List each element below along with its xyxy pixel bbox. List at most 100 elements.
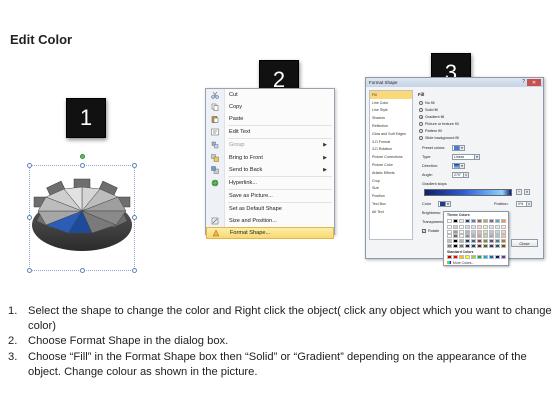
theme-color-swatch[interactable] xyxy=(483,238,488,243)
nav-item-fill[interactable]: Fill xyxy=(370,91,412,99)
fill-option-picture[interactable]: Picture or texture fill xyxy=(419,122,459,126)
resize-handle-top-right[interactable] xyxy=(132,163,137,168)
nav-item-crop[interactable]: Crop xyxy=(370,177,412,185)
theme-color-swatch[interactable] xyxy=(471,243,476,248)
theme-color-swatch[interactable] xyxy=(495,225,500,230)
resize-handle-bottom-left[interactable] xyxy=(27,268,32,273)
resize-handle-bottom-right[interactable] xyxy=(132,268,137,273)
theme-color-swatch[interactable] xyxy=(501,243,506,248)
theme-color-swatch[interactable] xyxy=(453,229,458,234)
menu-item-size-and-position[interactable]: Size and Position... xyxy=(206,215,334,227)
more-colors-link[interactable]: More Colors... xyxy=(447,261,474,265)
nav-item-position[interactable]: Position xyxy=(370,192,412,200)
rotate-with-shape-checkbox[interactable]: ✓ Rotate xyxy=(422,229,439,233)
theme-color-grid[interactable] xyxy=(447,219,507,249)
theme-color-swatch[interactable] xyxy=(453,219,458,223)
theme-color-swatch[interactable] xyxy=(471,229,476,234)
gear-shape[interactable] xyxy=(30,175,134,261)
nav-item-size[interactable]: Size xyxy=(370,185,412,193)
remove-stop-icon[interactable]: ✕ xyxy=(524,189,530,195)
resize-handle-top-left[interactable] xyxy=(27,163,32,168)
standard-color-swatch[interactable] xyxy=(495,255,500,259)
theme-color-swatch[interactable] xyxy=(495,229,500,234)
theme-color-swatch[interactable] xyxy=(459,225,464,230)
theme-color-swatch[interactable] xyxy=(447,234,452,239)
gradient-stops-bar[interactable] xyxy=(424,189,512,196)
nav-item-glow[interactable]: Glow and Soft Edges xyxy=(370,130,412,138)
theme-color-swatch[interactable] xyxy=(447,243,452,248)
add-stop-icon[interactable]: + xyxy=(516,189,522,195)
nav-item-shadow[interactable]: Shadow xyxy=(370,114,412,122)
close-icon[interactable]: ✕ xyxy=(527,79,541,86)
fill-option-no-fill[interactable]: No fill xyxy=(419,101,435,105)
theme-color-swatch[interactable] xyxy=(495,238,500,243)
fill-option-solid[interactable]: Solid fill xyxy=(419,108,438,112)
fill-option-gradient[interactable]: Gradient fill xyxy=(419,115,444,119)
stop-position-spinner[interactable]: 0% ⇕ xyxy=(516,200,532,207)
standard-color-swatch[interactable] xyxy=(489,255,494,259)
nav-item-3d-rotation[interactable]: 3-D Rotation xyxy=(370,146,412,154)
fill-option-pattern[interactable]: Pattern fill xyxy=(419,129,442,133)
nav-item-picture-corrections[interactable]: Picture Corrections xyxy=(370,153,412,161)
theme-color-swatch[interactable] xyxy=(459,234,464,239)
nav-item-artistic-effects[interactable]: Artistic Effects xyxy=(370,169,412,177)
menu-item-send-to-back[interactable]: Send to Back ▶ xyxy=(206,164,334,176)
theme-color-swatch[interactable] xyxy=(495,234,500,239)
theme-color-swatch[interactable] xyxy=(489,229,494,234)
theme-color-swatch[interactable] xyxy=(453,243,458,248)
help-icon[interactable]: ? xyxy=(522,79,525,85)
theme-color-swatch[interactable] xyxy=(483,225,488,230)
nav-item-3d-format[interactable]: 3-D Format xyxy=(370,138,412,146)
theme-color-swatch[interactable] xyxy=(465,229,470,234)
theme-color-swatch[interactable] xyxy=(459,238,464,243)
menu-item-edit-text[interactable]: Edit Text xyxy=(206,126,334,138)
standard-color-row[interactable] xyxy=(447,255,507,260)
resize-handle-bottom[interactable] xyxy=(80,268,85,273)
fill-option-slide-bg[interactable]: Slide background fill xyxy=(419,136,459,140)
menu-item-format-shape[interactable]: Format Shape... xyxy=(206,227,334,240)
standard-color-swatch[interactable] xyxy=(453,255,458,259)
theme-color-swatch[interactable] xyxy=(477,243,482,248)
menu-item-paste[interactable]: Paste xyxy=(206,113,334,125)
theme-color-swatch[interactable] xyxy=(501,219,506,223)
theme-color-swatch[interactable] xyxy=(447,229,452,234)
menu-item-hyperlink[interactable]: Hyperlink... xyxy=(206,177,334,189)
theme-color-swatch[interactable] xyxy=(459,229,464,234)
theme-color-swatch[interactable] xyxy=(501,229,506,234)
theme-color-swatch[interactable] xyxy=(459,219,464,223)
theme-color-swatch[interactable] xyxy=(471,238,476,243)
theme-color-swatch[interactable] xyxy=(453,238,458,243)
theme-color-swatch[interactable] xyxy=(471,234,476,239)
theme-color-swatch[interactable] xyxy=(465,234,470,239)
theme-color-swatch[interactable] xyxy=(483,234,488,239)
stop-color-dropdown[interactable]: ▼ xyxy=(438,200,451,207)
theme-color-swatch[interactable] xyxy=(453,225,458,230)
theme-color-swatch[interactable] xyxy=(465,238,470,243)
nav-item-line-color[interactable]: Line Color xyxy=(370,99,412,107)
resize-handle-top[interactable] xyxy=(80,163,85,168)
theme-color-swatch[interactable] xyxy=(489,234,494,239)
theme-color-swatch[interactable] xyxy=(471,219,476,223)
standard-color-swatch[interactable] xyxy=(447,255,452,259)
theme-color-swatch[interactable] xyxy=(465,225,470,230)
nav-item-alt-text[interactable]: Alt Text xyxy=(370,208,412,216)
standard-color-swatch[interactable] xyxy=(471,255,476,259)
theme-color-swatch[interactable] xyxy=(501,238,506,243)
theme-color-swatch[interactable] xyxy=(459,243,464,248)
nav-item-line-style[interactable]: Line Style xyxy=(370,107,412,115)
standard-color-swatch[interactable] xyxy=(459,255,464,259)
theme-color-swatch[interactable] xyxy=(501,225,506,230)
dialog-close-button[interactable]: Close xyxy=(511,239,538,247)
standard-color-swatch[interactable] xyxy=(465,255,470,259)
nav-item-picture-color[interactable]: Picture Color xyxy=(370,161,412,169)
theme-color-swatch[interactable] xyxy=(489,243,494,248)
theme-color-swatch[interactable] xyxy=(465,219,470,223)
menu-item-cut[interactable]: Cut xyxy=(206,89,334,101)
theme-color-swatch[interactable] xyxy=(501,234,506,239)
theme-color-swatch[interactable] xyxy=(477,238,482,243)
menu-item-bring-to-front[interactable]: Bring to Front ▶ xyxy=(206,151,334,163)
theme-color-swatch[interactable] xyxy=(477,229,482,234)
theme-color-swatch[interactable] xyxy=(447,225,452,230)
theme-color-swatch[interactable] xyxy=(453,234,458,239)
theme-color-swatch[interactable] xyxy=(489,238,494,243)
